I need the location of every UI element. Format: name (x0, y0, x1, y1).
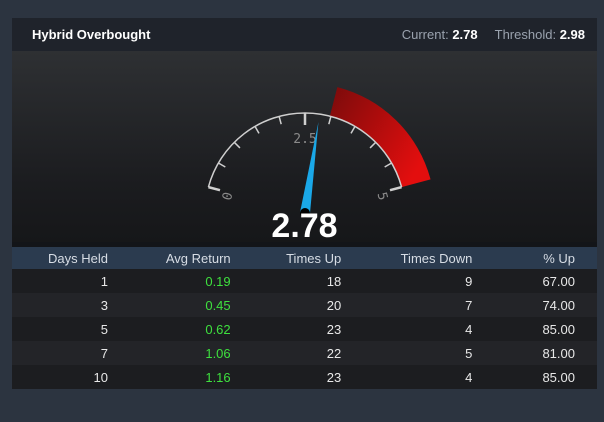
gauge-tick (233, 141, 241, 149)
indicator-panel: Hybrid Overbought Current: 2.78 Threshol… (12, 18, 597, 389)
gauge-label-min: 0 (220, 191, 237, 202)
cell-days-held: 10 (12, 365, 130, 389)
cell-avg-return: 0.19 (129, 269, 253, 293)
table-row: 7 1.06 22 5 81.00 (12, 341, 597, 365)
col-times-up: Times Up (252, 247, 364, 269)
gauge-tick (350, 126, 356, 134)
gauge-label-mid: 2.5 (293, 132, 316, 147)
cell-times-down: 7 (363, 293, 495, 317)
cell-times-up: 22 (252, 341, 364, 365)
cell-avg-return: 1.16 (129, 365, 253, 389)
cell-times-up: 20 (252, 293, 364, 317)
cell-pct-up: 67.00 (494, 269, 597, 293)
cell-days-held: 7 (12, 341, 130, 365)
cell-days-held: 5 (12, 317, 130, 341)
table-row: 1 0.19 18 9 67.00 (12, 269, 597, 293)
gauge-tick (328, 116, 332, 125)
gauge-tick (254, 126, 260, 134)
threshold-label: Threshold: (494, 27, 557, 42)
table-header-row: Days Held Avg Return Times Up Times Down… (12, 247, 597, 269)
gauge-tick (208, 185, 221, 192)
gauge-tick (384, 162, 392, 168)
col-pct-up: % Up (494, 247, 597, 269)
gauge-tick (369, 141, 377, 149)
cell-times-up: 18 (252, 269, 364, 293)
cell-times-down: 5 (363, 341, 495, 365)
cell-times-down: 4 (363, 317, 495, 341)
cell-pct-up: 85.00 (494, 365, 597, 389)
panel-title: Hybrid Overbought (32, 27, 151, 42)
table-row: 3 0.45 20 7 74.00 (12, 293, 597, 317)
gauge-tick (278, 116, 282, 125)
cell-times-down: 4 (363, 365, 495, 389)
returns-table: Days Held Avg Return Times Up Times Down… (12, 247, 597, 389)
cell-avg-return: 0.62 (129, 317, 253, 341)
col-avg-return: Avg Return (129, 247, 253, 269)
cell-avg-return: 1.06 (129, 341, 253, 365)
header-stats: Current: 2.78 Threshold: 2.98 (402, 27, 585, 42)
cell-pct-up: 81.00 (494, 341, 597, 365)
gauge-area: 0 2.5 5 2.78 (12, 51, 597, 245)
cell-pct-up: 85.00 (494, 317, 597, 341)
panel-header: Hybrid Overbought Current: 2.78 Threshol… (12, 18, 597, 51)
gauge-value: 2.78 (271, 207, 338, 245)
cell-days-held: 1 (12, 269, 130, 293)
table-row: 10 1.16 23 4 85.00 (12, 365, 597, 389)
gauge-label-max: 5 (374, 191, 391, 202)
threshold-band (329, 87, 431, 188)
threshold-value: 2.98 (559, 27, 585, 42)
gauge-tick (218, 162, 226, 168)
col-days-held: Days Held (12, 247, 130, 269)
col-times-down: Times Down (363, 247, 495, 269)
current-label: Current: (401, 27, 449, 42)
cell-times-down: 9 (363, 269, 495, 293)
cell-times-up: 23 (252, 365, 364, 389)
cell-pct-up: 74.00 (494, 293, 597, 317)
current-value: 2.78 (452, 27, 478, 42)
cell-times-up: 23 (252, 317, 364, 341)
table-row: 5 0.62 23 4 85.00 (12, 317, 597, 341)
cell-avg-return: 0.45 (129, 293, 253, 317)
cell-days-held: 3 (12, 293, 130, 317)
gauge-tick (389, 185, 402, 192)
